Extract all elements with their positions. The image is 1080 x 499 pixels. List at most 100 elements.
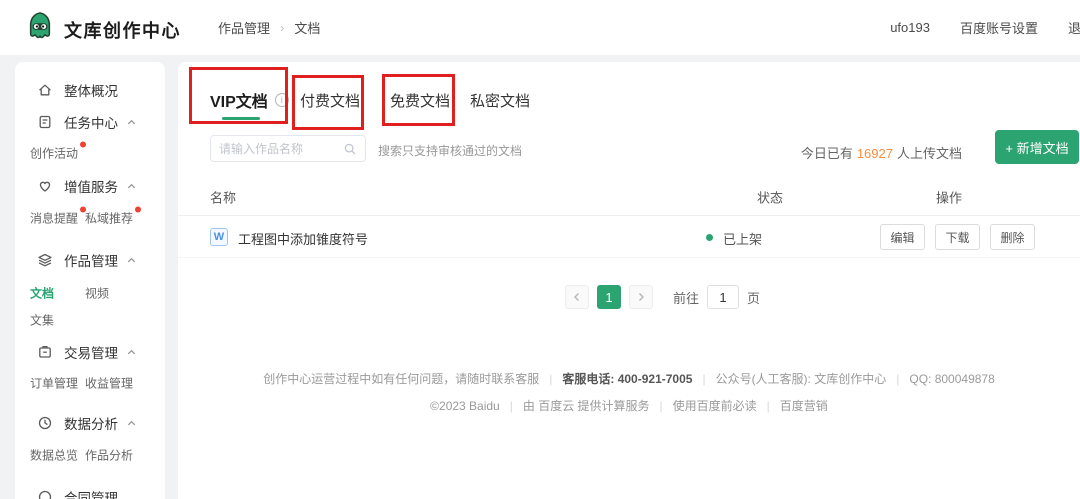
new-document-button[interactable]: + 新增文档 (995, 130, 1079, 164)
footer-separator: | (702, 372, 705, 386)
breadcrumb-current: 文档 (294, 18, 320, 37)
goto-page-input[interactable] (707, 285, 739, 309)
sidebar-item-message-alerts[interactable]: 消息提醒 (30, 210, 78, 227)
document-title[interactable]: 工程图中添加锥度符号 (238, 229, 368, 248)
status-badge: 已上架 (723, 229, 762, 248)
sidebar-item-collections[interactable]: 文集 (30, 312, 54, 329)
footer-support-line: 创作中心运营过程中如有任何问题，请随时联系客服 | 客服电话: 400-921-70… (178, 372, 1080, 387)
sidebar-item-order-management[interactable]: 订单管理 (30, 375, 78, 392)
sidebar-subrow: 数据总览 作品分析 (15, 440, 165, 470)
topbar: 文库创作中心 作品管理 › 文档 ufo193 百度账号设置 退出 (0, 0, 1080, 55)
word-doc-icon: W (210, 228, 228, 246)
footer-separator: | (767, 399, 770, 413)
sidebar-subrow: 订单管理 收益管理 (15, 368, 165, 398)
page: { "topbar": { "logo_text": "文库创作中心", "br… (0, 0, 1080, 499)
sidebar-item-overview[interactable]: 整体概况 (15, 73, 165, 107)
column-header-status: 状态 (757, 187, 783, 206)
breadcrumb-section[interactable]: 作品管理 (218, 18, 270, 37)
next-page-button[interactable] (629, 285, 653, 309)
sidebar-item-videos[interactable]: 视频 (85, 285, 109, 302)
column-header-actions: 操作 (936, 187, 962, 206)
sidebar-item-private-recommend[interactable]: 私域推荐 (85, 210, 133, 227)
chevron-up-icon (126, 347, 137, 358)
tab-private-docs[interactable]: 私密文档 (470, 90, 530, 111)
stats-prefix: 今日已有 (801, 146, 853, 161)
sidebar-item-works-management[interactable]: 作品管理 (15, 243, 165, 277)
footer-phone: 客服电话: 400-921-7005 (562, 372, 692, 386)
footer-must-read-link[interactable]: 使用百度前必读 (673, 399, 757, 413)
sidebar-item-task-center[interactable]: 任务中心 (15, 105, 165, 139)
footer: 创作中心运营过程中如有任何问题，请随时联系客服 | 客服电话: 400-921-70… (178, 372, 1080, 414)
footer-qq: QQ: 800049878 (909, 372, 994, 386)
tab-label: VIP文档 (210, 88, 268, 112)
topbar-right: ufo193 百度账号设置 退出 (890, 0, 1080, 55)
chevron-up-icon (126, 117, 137, 128)
sidebar-item-value-services[interactable]: 增值服务 (15, 169, 165, 203)
sidebar-item-contract-management[interactable]: 合同管理 (15, 480, 165, 499)
chevron-up-icon (126, 418, 137, 429)
chevron-up-icon (126, 255, 137, 266)
sidebar-item-works-analysis[interactable]: 作品分析 (85, 447, 133, 464)
footer-separator: | (510, 399, 513, 413)
contract-icon (37, 489, 53, 499)
sidebar-item-label: 任务中心 (64, 112, 126, 132)
logout-link[interactable]: 退出 (1068, 18, 1080, 37)
wenku-mascot-icon (25, 11, 55, 48)
upload-stats: 今日已有16927人上传文档 (801, 143, 962, 162)
sidebar-subrow: 创作活动 (15, 138, 165, 168)
search-hint: 搜索只支持审核通过的文档 (378, 142, 522, 159)
current-page-button[interactable]: 1 (597, 285, 621, 309)
footer-marketing-link[interactable]: 百度营销 (780, 399, 828, 413)
sidebar-subrow: 消息提醒 私域推荐 (15, 203, 165, 233)
footer-copyright-line: ©2023 Baidu | 由 百度云 提供计算服务 | 使用百度前必读 | 百度营销 (178, 399, 1080, 414)
main-panel: VIP文档 i 付费文档 免费文档 私密文档 搜索只支持审核通过的文档 今日已有… (178, 62, 1080, 499)
sidebar-subrow: 文集 (15, 305, 165, 335)
search-icon[interactable] (343, 142, 357, 156)
sidebar-item-label: 交易管理 (64, 342, 126, 362)
sidebar-item-revenue-management[interactable]: 收益管理 (85, 375, 133, 392)
logo-text: 文库创作中心 (64, 17, 181, 43)
home-icon (37, 82, 53, 98)
page-unit-label: 页 (747, 288, 760, 307)
footer-separator: | (660, 399, 663, 413)
sidebar-item-label: 作品管理 (64, 250, 126, 270)
heart-icon (37, 178, 53, 194)
edit-button[interactable]: 编辑 (880, 224, 925, 250)
sidebar-item-label: 增值服务 (64, 176, 126, 196)
footer-copyright: ©2023 Baidu (430, 399, 500, 413)
account-settings-link[interactable]: 百度账号设置 (960, 18, 1038, 37)
sidebar-item-label: 合同管理 (64, 487, 137, 499)
logo[interactable]: 文库创作中心 (25, 11, 181, 48)
table-row: W 工程图中添加锥度符号 已上架 编辑 下载 删除 (178, 216, 1080, 258)
download-button[interactable]: 下载 (935, 224, 980, 250)
chevron-up-icon (126, 181, 137, 192)
footer-separator: | (896, 372, 899, 386)
sidebar-item-creation-activity[interactable]: 创作活动 (30, 145, 78, 162)
table-header: 名称 状态 操作 (178, 178, 1080, 216)
username[interactable]: ufo193 (890, 20, 930, 35)
analytics-icon (37, 415, 53, 431)
sidebar: 整体概况 任务中心 创作活动 增值服务 消息提醒 私域推荐 作品管理 文档 视频… (15, 62, 165, 499)
info-icon[interactable]: i (275, 93, 289, 107)
sidebar-item-documents[interactable]: 文档 (30, 285, 54, 302)
sidebar-item-data-overview[interactable]: 数据总览 (30, 447, 78, 464)
sidebar-item-trade-management[interactable]: 交易管理 (15, 335, 165, 369)
breadcrumb-separator-icon: › (280, 20, 284, 35)
sidebar-item-data-analysis[interactable]: 数据分析 (15, 406, 165, 440)
search-input[interactable] (219, 142, 343, 156)
tab-paid-docs[interactable]: 付费文档 (300, 90, 360, 111)
sidebar-subrow: 文档 视频 (15, 278, 165, 308)
stats-suffix: 人上传文档 (897, 146, 962, 161)
layers-icon (37, 252, 53, 268)
footer-cloud: 由 百度云 提供计算服务 (523, 399, 650, 413)
footer-separator: | (549, 372, 552, 386)
delete-button[interactable]: 删除 (990, 224, 1035, 250)
trade-icon (37, 344, 53, 360)
notification-dot (80, 142, 86, 148)
sidebar-item-label: 数据分析 (64, 413, 126, 433)
prev-page-button[interactable] (565, 285, 589, 309)
footer-wechat: 公众号(人工客服): 文库创作中心 (716, 372, 887, 386)
footer-support-text: 创作中心运营过程中如有任何问题，请随时联系客服 (263, 372, 539, 386)
tab-vip-docs[interactable]: VIP文档 i (210, 88, 289, 112)
tab-free-docs[interactable]: 免费文档 (390, 90, 450, 111)
